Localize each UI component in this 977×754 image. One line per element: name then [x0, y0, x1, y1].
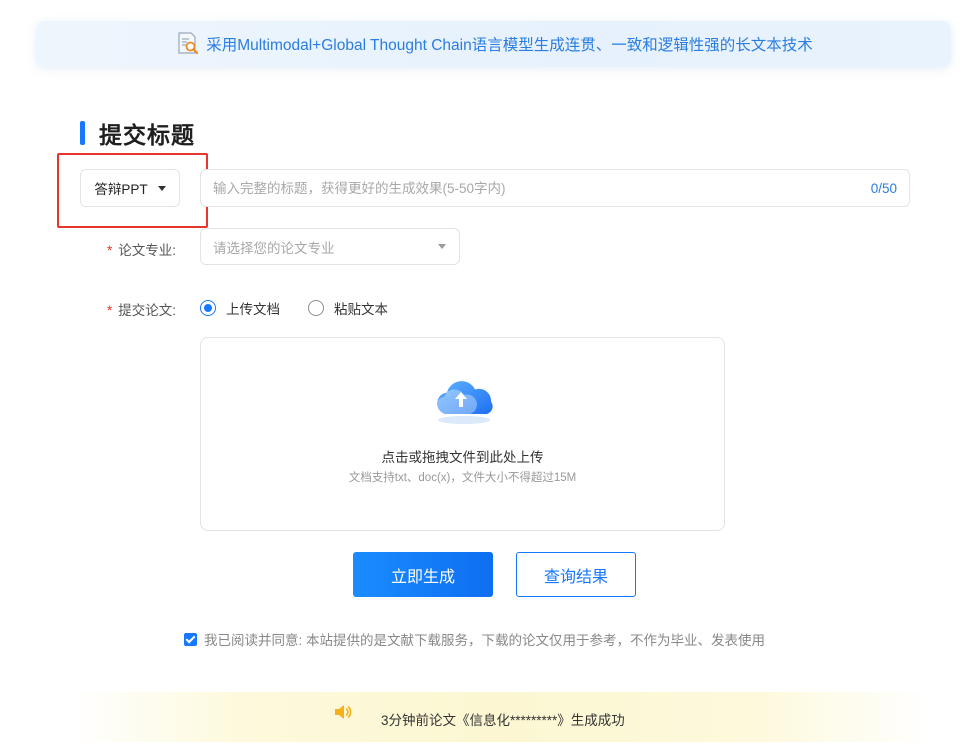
- major-label: * 论文专业:: [107, 239, 176, 259]
- section-title: 提交标题: [80, 116, 195, 150]
- upload-hint-text: 文档支持txt、doc(x)，文件大小不得超过15M: [348, 472, 577, 484]
- notice-text: 3分钟前论文《信息化*********》生成成功: [381, 713, 625, 728]
- query-result-button[interactable]: 查询结果: [516, 552, 636, 597]
- upload-dropzone[interactable]: 点击或拖拽文件到此处上传 文档支持txt、doc(x)，文件大小不得超过15M: [200, 337, 725, 531]
- major-select[interactable]: 请选择您的论文专业: [200, 228, 460, 265]
- char-counter: 0/50: [870, 180, 897, 196]
- major-label-text: 论文专业:: [118, 243, 177, 258]
- notice-bar: 3分钟前论文《信息化*********》生成成功: [70, 692, 930, 742]
- required-mark: *: [107, 243, 113, 258]
- banner-text: 采用Multimodal+Global Thought Chain语言模型生成连…: [206, 37, 813, 54]
- title-input[interactable]: [213, 180, 871, 196]
- submit-paper-label: * 提交论文:: [107, 299, 176, 319]
- document-search-icon: [178, 32, 199, 55]
- cloud-upload-icon: [436, 381, 493, 424]
- radio-paste-text[interactable]: 粘贴文本: [308, 298, 388, 318]
- title-accent-bar: [80, 121, 85, 145]
- top-banner: 采用Multimodal+Global Thought Chain语言模型生成连…: [36, 21, 951, 67]
- page-title: 提交标题: [99, 122, 195, 148]
- required-mark: *: [107, 303, 113, 318]
- speaker-icon: [335, 705, 352, 719]
- title-input-wrapper: 0/50: [200, 169, 910, 207]
- agreement-text: 我已阅读并同意: 本站提供的是文献下载服务，下载的论文仅用于参考，不作为毕业、发…: [204, 633, 766, 648]
- radio-unchecked-icon: [308, 300, 324, 316]
- major-select-placeholder: 请选择您的论文专业: [213, 240, 335, 256]
- agreement: 我已阅读并同意: 本站提供的是文献下载服务，下载的论文仅用于参考，不作为毕业、发…: [184, 629, 765, 649]
- chevron-down-icon: [438, 244, 446, 249]
- upload-main-text: 点击或拖拽文件到此处上传: [381, 450, 544, 465]
- submit-paper-label-text: 提交论文:: [118, 303, 177, 318]
- agreement-checkbox[interactable]: [184, 632, 197, 646]
- radio-checked-icon: [200, 300, 216, 316]
- radio-upload-document[interactable]: 上传文档: [200, 298, 280, 318]
- radio-label: 上传文档: [226, 302, 280, 317]
- highlight-box: [57, 153, 208, 228]
- radio-label: 粘贴文本: [334, 302, 388, 317]
- generate-button[interactable]: 立即生成: [353, 552, 493, 597]
